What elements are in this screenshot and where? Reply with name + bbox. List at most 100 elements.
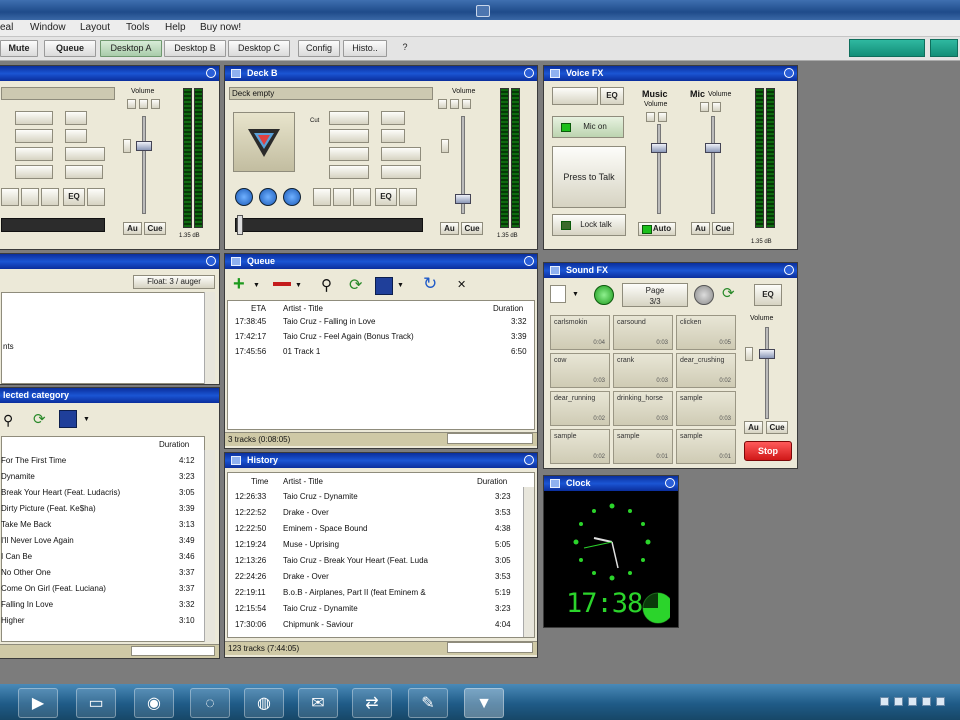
menu-item-help[interactable]: Help (165, 22, 186, 33)
category-row-title[interactable]: No Other One (1, 565, 151, 580)
refresh-icon[interactable]: ⟳ (349, 275, 362, 295)
history-row-time[interactable]: 12:19:24 (235, 537, 266, 552)
save-icon[interactable] (375, 277, 393, 295)
menu-item-deal[interactable]: eal (0, 22, 13, 33)
category-row-title[interactable]: Falling In Love (1, 597, 151, 612)
history-row-time[interactable]: 12:13:26 (235, 553, 266, 568)
deck-b-button[interactable] (381, 165, 421, 179)
tray-flag-icon[interactable] (880, 697, 889, 706)
deck-b-button[interactable] (329, 165, 369, 179)
category-row-duration[interactable]: 3:37 (179, 565, 195, 580)
history-row-time[interactable]: 22:19:11 (235, 585, 266, 600)
history-row-title[interactable]: Taio Cruz - Dynamite (283, 601, 467, 616)
folder-icon[interactable]: ▭ (76, 688, 116, 718)
queue-row-duration[interactable]: 3:39 (511, 329, 527, 344)
press-to-talk-button[interactable]: Press to Talk (552, 146, 626, 208)
sound-fx-button[interactable]: dear_running 0:02 (550, 391, 610, 426)
close-icon[interactable] (206, 68, 216, 78)
history-row-title[interactable]: Taio Cruz - Break Your Heart (Feat. Luda (283, 553, 467, 568)
history-row-duration[interactable]: 3:23 (495, 489, 511, 504)
deck-b-position-slider[interactable] (237, 215, 243, 235)
add-icon[interactable]: + (233, 274, 245, 294)
deck-a-auto-button[interactable]: Au (123, 222, 142, 235)
deck-b-button[interactable] (381, 147, 421, 161)
deck-a-button[interactable] (65, 111, 87, 125)
pause-button[interactable] (259, 188, 277, 206)
stop-button[interactable]: Stop (744, 441, 792, 461)
history-col-duration[interactable]: Duration (477, 477, 507, 486)
deck-b-button[interactable] (399, 188, 417, 206)
deck-a-button[interactable] (15, 165, 53, 179)
deck-b-button[interactable] (329, 111, 369, 125)
tray-network-icon[interactable] (908, 697, 917, 706)
close-icon[interactable] (784, 68, 794, 78)
chevron-down-icon[interactable]: ▼ (572, 291, 579, 298)
history-row-duration[interactable]: 3:05 (495, 553, 511, 568)
deck-b-button[interactable] (313, 188, 331, 206)
tab-history[interactable]: Histo.. (343, 40, 387, 57)
voice-fx-auto-button[interactable]: Auto (638, 222, 676, 236)
tray-icon[interactable] (894, 697, 903, 706)
deck-a-button[interactable] (87, 188, 105, 206)
chevron-down-icon[interactable]: ▼ (397, 282, 404, 289)
queue-row-eta[interactable]: 17:45:56 (235, 344, 266, 359)
deck-b-eq-button[interactable]: EQ (375, 188, 397, 206)
close-icon[interactable] (524, 68, 534, 78)
history-row-duration[interactable]: 4:04 (495, 617, 511, 632)
add-sound-icon[interactable] (594, 285, 614, 305)
browser-list[interactable] (1, 292, 205, 384)
tray-icon[interactable] (936, 697, 945, 706)
search-icon[interactable]: ⚲ (321, 276, 332, 294)
category-row-title[interactable]: I Can Be (1, 549, 151, 564)
sound-fx-eq-button[interactable]: EQ (754, 284, 782, 306)
history-row-title[interactable]: Taio Cruz - Dynamite (283, 489, 467, 504)
deck-a-eq-button[interactable]: EQ (63, 188, 85, 206)
category-row-title[interactable]: For The First Time (1, 453, 151, 468)
history-scrollbar[interactable] (523, 487, 534, 637)
history-row-title[interactable]: Chipmunk - Saviour (283, 617, 467, 632)
voice-fx-au-button[interactable]: Au (691, 222, 710, 235)
mic-on-button[interactable]: Mic on (552, 116, 624, 138)
category-row-duration[interactable]: 3:23 (179, 469, 195, 484)
category-row-title[interactable]: Higher (1, 613, 151, 628)
queue-col-title[interactable]: Artist - Title (283, 304, 323, 313)
deck-a-button[interactable] (65, 165, 103, 179)
teal-action-button[interactable] (849, 39, 925, 57)
queue-search-field[interactable] (447, 433, 533, 444)
sound-fx-button[interactable]: dear_crushing 0:02 (676, 353, 736, 388)
deck-a-volume-fader[interactable] (136, 141, 152, 151)
history-row-time[interactable]: 17:30:06 (235, 617, 266, 632)
tab-desktop-c[interactable]: Desktop C (228, 40, 290, 57)
category-row-duration[interactable]: 4:12 (179, 453, 195, 468)
media-player-icon[interactable]: ▶ (18, 688, 58, 718)
music-button[interactable] (658, 112, 667, 122)
close-icon[interactable] (524, 256, 534, 266)
mute-button[interactable]: Mute (0, 40, 38, 57)
deck-a-pan-button[interactable] (123, 139, 131, 153)
lock-talk-button[interactable]: Lock talk (552, 214, 626, 236)
stop-button[interactable] (283, 188, 301, 206)
history-row-title[interactable]: Muse - Uprising (283, 537, 467, 552)
next-page-icon[interactable] (694, 285, 714, 305)
deck-b-cue-button[interactable]: Cue (461, 222, 483, 235)
voice-fx-preset-button[interactable] (552, 87, 598, 105)
music-volume-fader[interactable] (651, 143, 667, 153)
history-row-time[interactable]: 12:22:52 (235, 505, 266, 520)
category-row-duration[interactable]: 3:37 (179, 581, 195, 596)
deck-b-pan-button[interactable] (441, 139, 449, 153)
mic-button[interactable] (700, 102, 709, 112)
history-row-time[interactable]: 12:26:33 (235, 489, 266, 504)
category-row-title[interactable]: Dynamite (1, 469, 151, 484)
deck-a-button[interactable] (65, 147, 105, 161)
network-icon[interactable]: ⇄ (352, 688, 392, 718)
refresh-icon[interactable]: ⟳ (722, 284, 735, 302)
queue-row-eta[interactable]: 17:42:17 (235, 329, 266, 344)
deck-b-button[interactable] (450, 99, 459, 109)
sound-fx-button[interactable]: crank 0:03 (613, 353, 673, 388)
voice-fx-cue-button[interactable]: Cue (712, 222, 734, 235)
deck-a-button[interactable] (139, 99, 148, 109)
tray-volume-icon[interactable] (922, 697, 931, 706)
notes-icon[interactable]: ✎ (408, 688, 448, 718)
browser-item-label[interactable]: nts (3, 342, 14, 351)
deck-b-auto-button[interactable]: Au (440, 222, 459, 235)
